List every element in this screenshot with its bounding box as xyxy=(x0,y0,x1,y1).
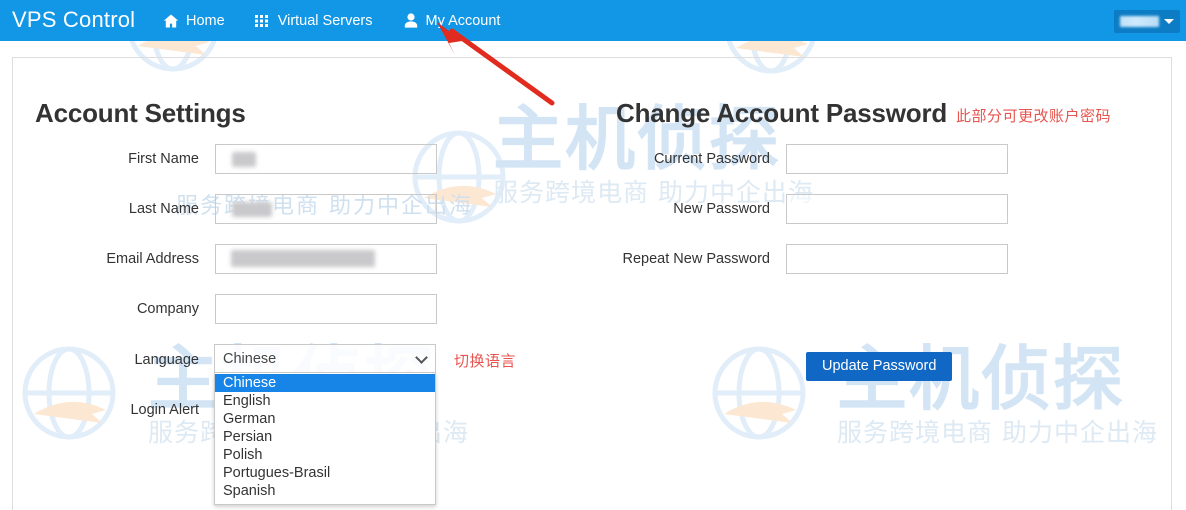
chevron-down-icon xyxy=(415,350,428,364)
nav-item-home-label: Home xyxy=(186,12,225,29)
brand-title[interactable]: VPS Control xyxy=(12,7,135,33)
page-root: 服务跨境电商 助力中企出海 服务跨境电商 助力中企出海 xyxy=(0,0,1186,510)
company-label: Company xyxy=(136,301,199,317)
language-option-english[interactable]: English xyxy=(215,392,435,410)
form-row-new-password: New Password xyxy=(616,194,1028,224)
grid-icon xyxy=(255,13,271,29)
nav-item-virtual-servers[interactable]: Virtual Servers xyxy=(240,0,388,41)
language-option-chinese[interactable]: Chinese xyxy=(215,374,435,392)
update-password-button[interactable]: Update Password xyxy=(806,352,953,381)
nav-item-virtual-servers-label: Virtual Servers xyxy=(277,12,373,29)
form-row-email-address: Email Address xyxy=(35,244,449,274)
language-select[interactable]: Chinese Chinese English German Persian P… xyxy=(214,344,436,505)
first-name-input[interactable] xyxy=(215,144,437,174)
user-menu-button[interactable] xyxy=(1114,10,1180,33)
last-name-input[interactable] xyxy=(215,194,437,224)
nav-item-my-account[interactable]: My Account xyxy=(388,0,516,41)
email-address-label: Email Address xyxy=(106,251,199,267)
nav-item-home[interactable]: Home xyxy=(148,0,240,41)
form-row-repeat-new-password: Repeat New Password xyxy=(616,244,1028,274)
new-password-label: New Password xyxy=(673,201,770,217)
language-select-options: Chinese English German Persian Polish Po… xyxy=(214,373,436,505)
email-address-input[interactable] xyxy=(215,244,437,274)
change-password-title: Change Account Password xyxy=(616,98,948,128)
current-password-label: Current Password xyxy=(653,151,770,167)
login-alert-label: Login Alert xyxy=(130,402,199,418)
form-row-current-password: Current Password xyxy=(616,144,1028,174)
password-annotation: 此部分可更改账户密码 xyxy=(956,107,1112,125)
language-select-value: Chinese xyxy=(223,350,277,367)
top-navbar: VPS Control Home Virtual Servers My Acco… xyxy=(0,0,1186,41)
language-option-polish[interactable]: Polish xyxy=(215,446,435,464)
language-option-persian[interactable]: Persian xyxy=(215,428,435,446)
home-icon xyxy=(163,13,179,29)
chevron-down-icon xyxy=(1164,19,1174,24)
nav-item-my-account-label: My Account xyxy=(425,12,501,29)
language-label: Language xyxy=(134,352,199,368)
first-name-label: First Name xyxy=(128,151,199,167)
language-option-german[interactable]: German xyxy=(215,410,435,428)
form-row-first-name: First Name xyxy=(35,144,449,174)
current-password-input[interactable] xyxy=(786,144,1008,174)
user-icon xyxy=(403,13,419,29)
repeat-new-password-label: Repeat New Password xyxy=(622,251,771,267)
form-row-last-name: Last Name xyxy=(35,194,449,224)
content-panel: Account Settings First Name Last Name Em… xyxy=(12,57,1172,510)
last-name-label: Last Name xyxy=(128,201,199,217)
company-input[interactable] xyxy=(215,294,437,324)
form-row-company: Company xyxy=(35,294,449,324)
user-menu-label xyxy=(1120,16,1159,27)
new-password-input[interactable] xyxy=(786,194,1008,224)
language-select-box[interactable]: Chinese xyxy=(214,344,436,373)
language-option-portugues-brasil[interactable]: Portugues-Brasil xyxy=(215,464,435,482)
nav-items: Home Virtual Servers My Account xyxy=(148,0,515,41)
language-option-spanish[interactable]: Spanish xyxy=(215,482,435,500)
language-annotation: 切换语言 xyxy=(454,352,517,370)
account-settings-title: Account Settings xyxy=(35,98,246,128)
repeat-new-password-input[interactable] xyxy=(786,244,1008,274)
